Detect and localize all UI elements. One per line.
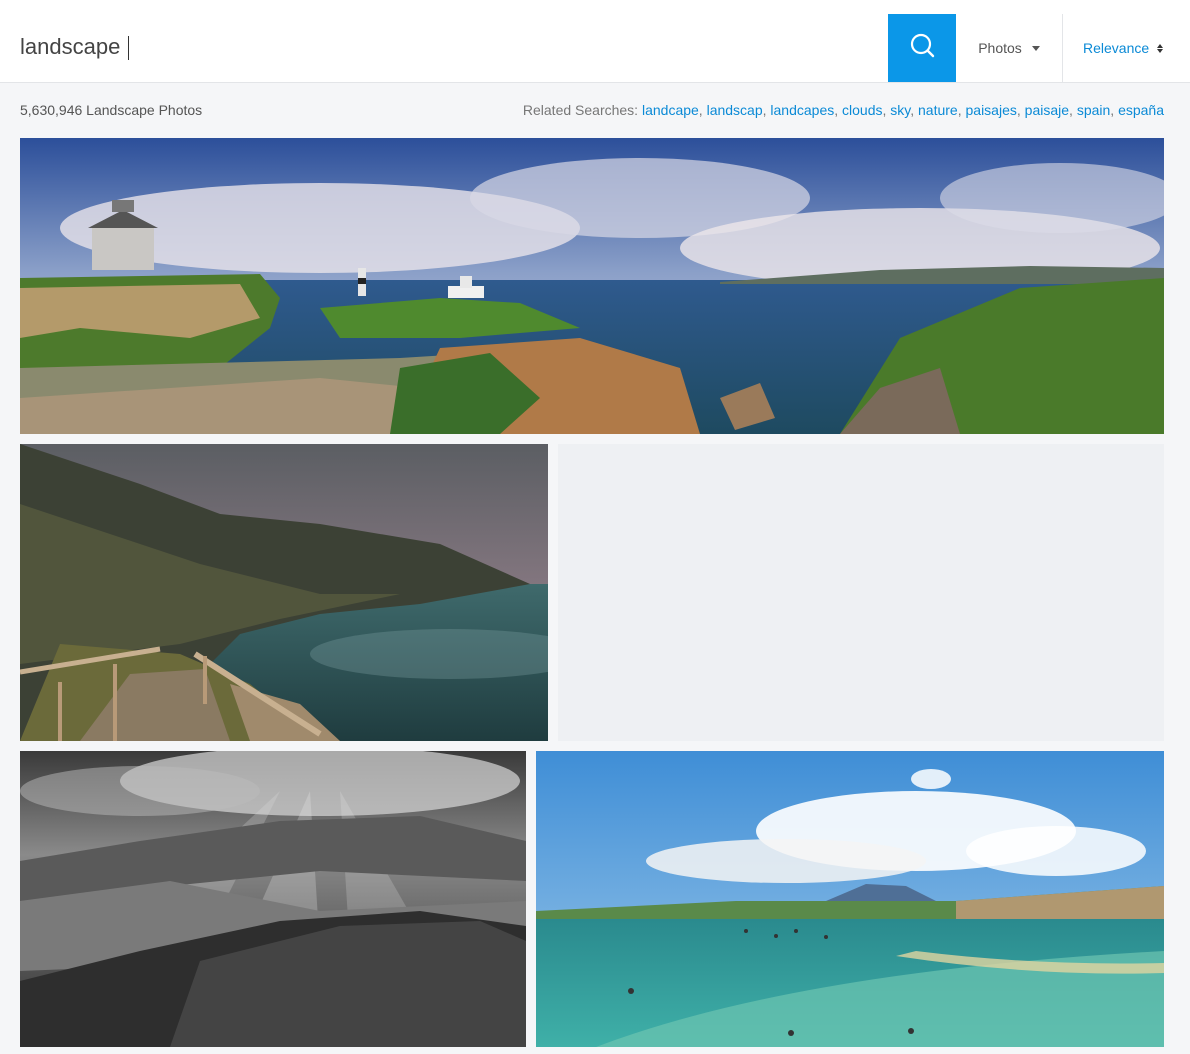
related-searches: Related Searches: landcape, landscap, la… — [522, 102, 1164, 118]
sort-dropdown[interactable]: Relevance — [1063, 14, 1190, 82]
search-button[interactable] — [888, 14, 956, 82]
related-link-paisajes[interactable]: paisajes — [966, 102, 1017, 118]
related-link-spain[interactable]: spain — [1077, 102, 1110, 118]
text-cursor — [128, 36, 129, 60]
media-type-label: Photos — [978, 40, 1022, 56]
related-link-clouds[interactable]: clouds — [842, 102, 882, 118]
related-searches-label: Related Searches: — [522, 102, 639, 118]
related-link-sky[interactable]: sky — [890, 102, 910, 118]
related-link-paisaje[interactable]: paisaje — [1025, 102, 1069, 118]
search-header: Photos Relevance — [0, 0, 1190, 83]
photo-turquoise-bay[interactable] — [536, 751, 1164, 1047]
sort-label: Relevance — [1083, 40, 1150, 56]
caret-down-icon — [1031, 46, 1040, 51]
related-link-espana[interactable]: españa — [1118, 102, 1164, 118]
related-link-nature[interactable]: nature — [918, 102, 958, 118]
photo-placeholder — [558, 444, 1164, 741]
search-icon — [908, 32, 936, 65]
media-type-dropdown[interactable]: Photos — [956, 14, 1063, 82]
result-count: 5,630,946 Landscape Photos — [20, 102, 203, 118]
related-link-landcapes[interactable]: landcapes — [770, 102, 834, 118]
related-link-landscap[interactable]: landscap — [707, 102, 763, 118]
photo-bw-sunrays[interactable] — [20, 751, 526, 1047]
sort-arrows-icon — [1157, 43, 1164, 53]
related-link-landcape[interactable]: landcape — [642, 102, 699, 118]
photo-coastal-panorama[interactable] — [20, 138, 1164, 434]
photo-cliff-boardwalk[interactable] — [20, 444, 548, 741]
search-input[interactable] — [20, 30, 860, 64]
